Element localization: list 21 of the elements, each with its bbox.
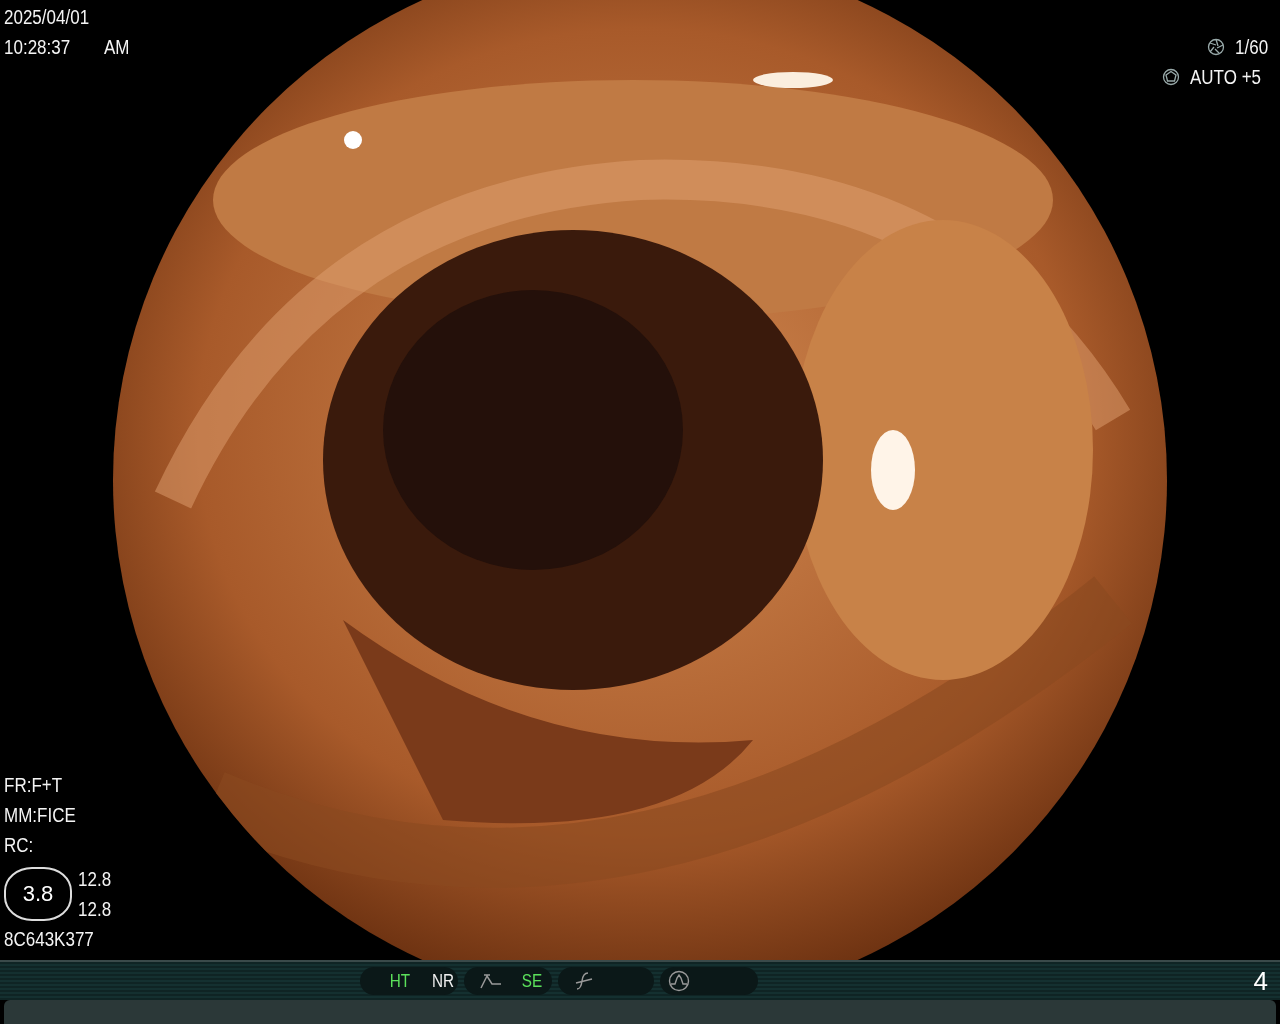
serial-text: 8C643K377 (4, 927, 95, 952)
zoom-ring: 3.8 (4, 867, 72, 921)
mode-label: NR (431, 970, 455, 992)
curve-icon (574, 971, 594, 991)
setting-text: RC: (4, 833, 35, 858)
curve-icon (480, 972, 502, 990)
aperture-icon (1207, 38, 1226, 56)
reading-text: 12.8 (78, 897, 112, 922)
page-number: 4 (1253, 965, 1268, 997)
mode-label: HT (389, 970, 411, 992)
mode-label: SE (521, 970, 543, 992)
exposure-text: AUTO +5 (1190, 65, 1262, 90)
exposure-text: 1/60 (1235, 35, 1269, 60)
time-text: 10:28:37 (4, 35, 71, 60)
setting-text: FR:F+T (4, 773, 64, 798)
reading-text: 12.8 (78, 867, 112, 892)
iris-icon (1162, 68, 1181, 86)
date-text: 2025/04/01 (4, 5, 91, 30)
setting-text: MM:FICE (4, 803, 77, 828)
meridiem-text: AM (103, 35, 130, 60)
waveform-icon (668, 970, 690, 992)
